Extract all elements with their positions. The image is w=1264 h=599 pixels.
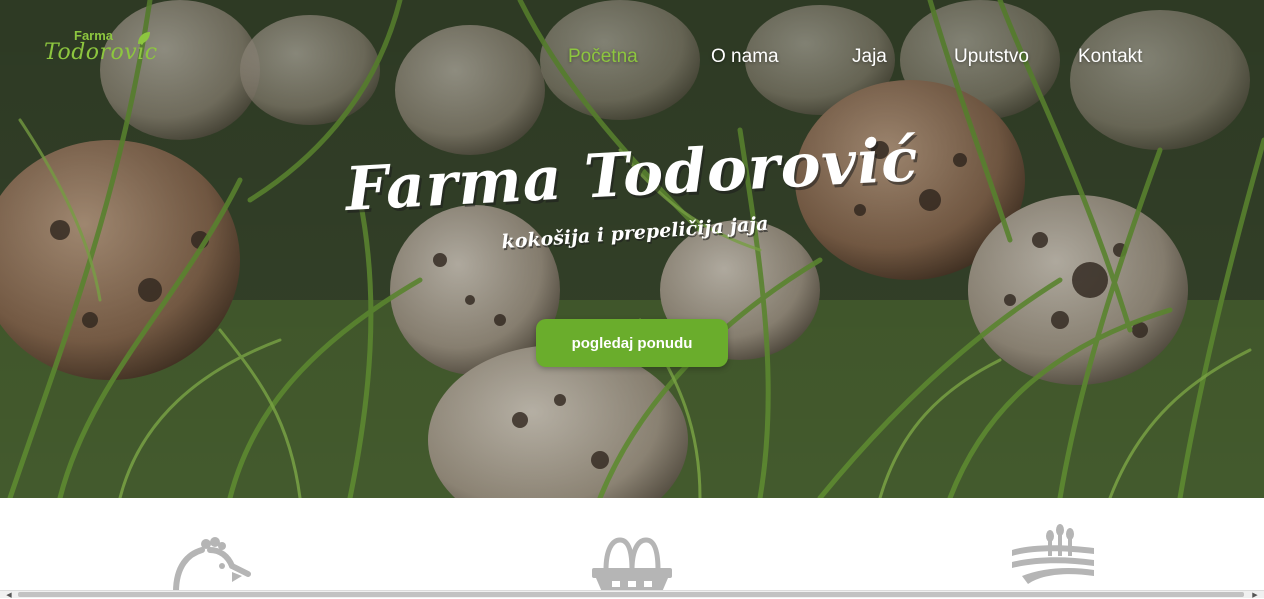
farm-field-icon — [1012, 524, 1094, 584]
chicken-icon — [173, 537, 251, 592]
scrollbar-thumb[interactable] — [18, 592, 1244, 597]
horizontal-scrollbar[interactable]: ◀ ▶ — [0, 590, 1264, 599]
leaf-icon — [138, 32, 150, 44]
nav-item-jaja[interactable]: Jaja — [852, 46, 887, 68]
main-navigation: Početna O nama Jaja Uputstvo Kontakt — [0, 46, 1264, 76]
nav-item-kontakt[interactable]: Kontakt — [1078, 46, 1142, 68]
hero-section: Farma Todorovic Početna O nama Jaja Uput… — [0, 0, 1264, 498]
view-offer-button[interactable]: pogledaj ponudu — [536, 319, 728, 367]
egg-basket-icon — [592, 537, 672, 592]
nav-item-uputstvo[interactable]: Uputstvo — [954, 46, 1029, 68]
nav-item-pocetna[interactable]: Početna — [568, 46, 638, 68]
features-section — [0, 498, 1264, 598]
nav-item-o-nama[interactable]: O nama — [711, 46, 779, 68]
